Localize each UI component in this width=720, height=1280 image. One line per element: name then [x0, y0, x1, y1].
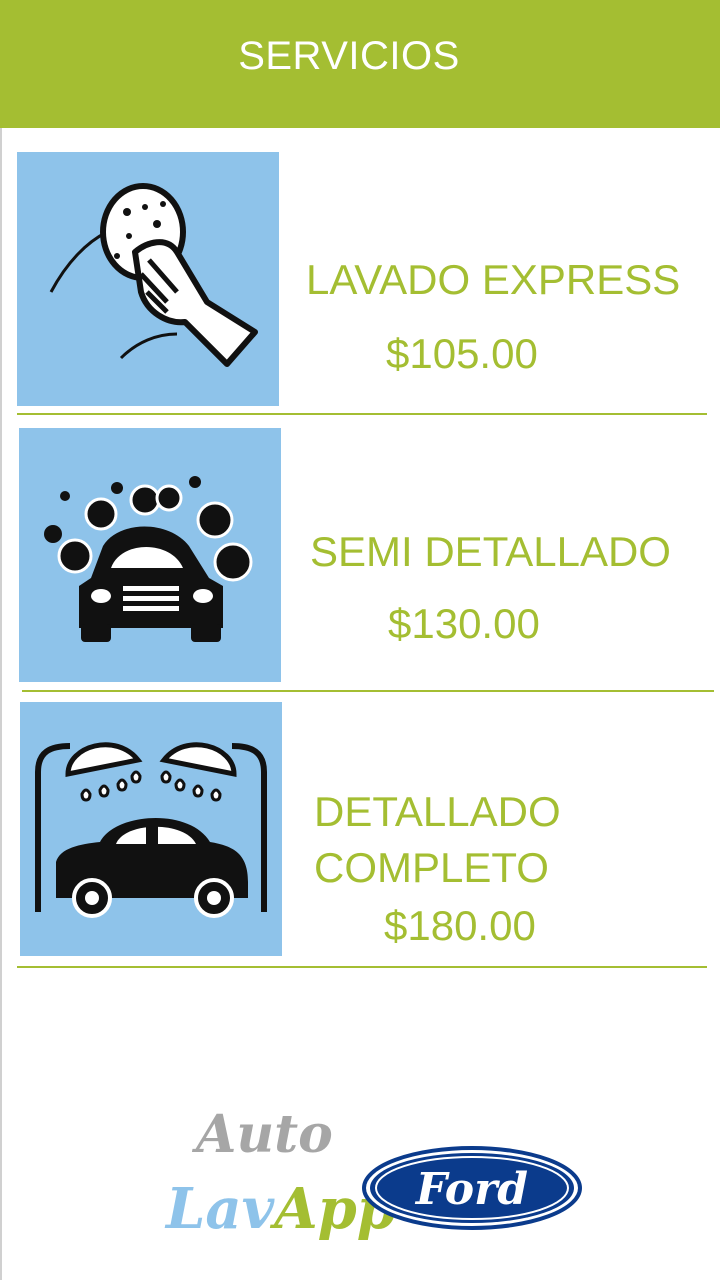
- app-header: SERVICIOS: [0, 0, 720, 128]
- service-name: LAVADO EXPRESS: [306, 256, 681, 303]
- ford-logo: Ford: [360, 1144, 584, 1232]
- logo-lav-text: Lav: [166, 1176, 275, 1242]
- divider: [17, 413, 707, 415]
- ford-wordmark: Ford: [414, 1164, 528, 1215]
- page-title: SERVICIOS: [238, 34, 460, 78]
- service-name: SEMI DETALLADO: [310, 528, 671, 575]
- sponge-hand-icon: [17, 152, 279, 406]
- car-shower-icon: [20, 702, 282, 956]
- autolavapp-logo-auto: Auto: [196, 1104, 333, 1165]
- car-bubbles-icon: [19, 428, 281, 682]
- service-item-lavado-express[interactable]: LAVADO EXPRESS $105.00: [0, 150, 720, 418]
- service-price: $180.00: [384, 902, 536, 949]
- divider: [17, 966, 707, 968]
- service-price: $130.00: [388, 600, 540, 647]
- service-name: DETALLADO COMPLETO: [314, 788, 561, 891]
- service-price: $105.00: [386, 330, 538, 377]
- service-item-detallado-completo[interactable]: DETALLADO COMPLETO $180.00: [0, 700, 720, 968]
- service-item-semi-detallado[interactable]: SEMI DETALLADO $130.00: [0, 426, 720, 694]
- divider: [22, 690, 714, 692]
